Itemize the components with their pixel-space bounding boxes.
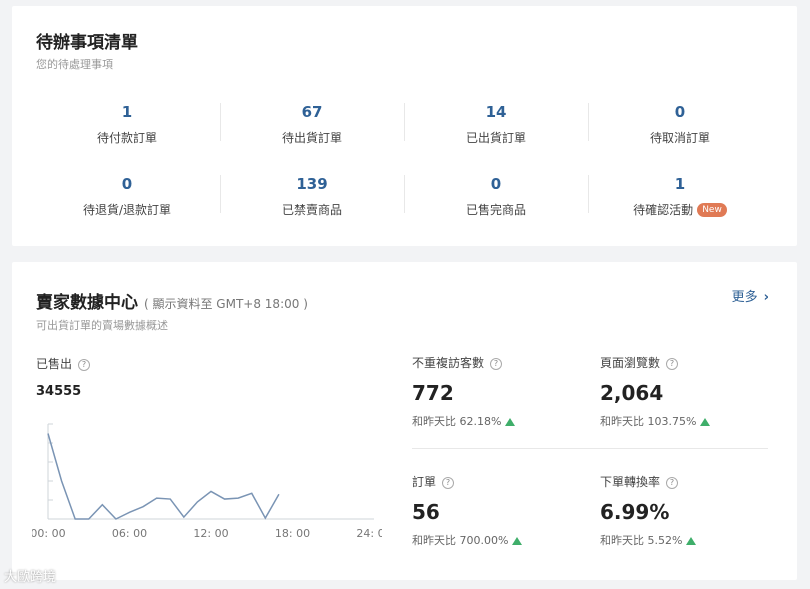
chevron-right-icon: › [763,290,769,305]
up-arrow-icon [505,418,516,426]
todo-card: 待辦事項清單 您的待處理事項 1 待付款訂單 67 待出貨訂單 14 已出貨訂單… [12,6,797,246]
watermark-logo: 大歐跨境 [4,566,56,585]
todo-count: 0 [490,175,502,193]
todo-label: 待出貨訂單 [281,131,342,145]
todo-label: 已售完商品 [465,203,526,217]
watermark-text: 大歐跨境 [4,570,57,585]
up-arrow-icon [512,537,523,545]
new-badge: New [697,202,727,217]
metric-value: 56 [412,500,440,524]
todo-title: 待辦事項清單 [36,33,138,53]
x-tick-label: 12: 00 [193,527,228,540]
x-tick-label: 18: 00 [275,527,310,540]
todo-count: 67 [301,103,323,121]
metric-label: 訂單? [412,473,522,490]
todo-item-banned-products[interactable]: 139 已禁賣商品 [220,175,404,227]
more-link[interactable]: 更多 › [732,286,769,305]
todo-label: 已出貨訂單 [465,131,526,145]
todo-count: 0 [674,103,686,121]
metric-conversion-rate: 下單轉換率? 6.99% 和昨天比 5.52% [600,473,697,548]
metric-label-text: 下單轉換率 [600,475,661,489]
metric-page-views: 頁面瀏覽數? 2,064 和昨天比 103.75% [600,354,711,429]
chart-ticks: 00: 00 06: 00 12: 00 18: 00 24: 00 [32,527,382,540]
todo-item-to-ship[interactable]: 67 待出貨訂單 [220,103,404,155]
metric-label-text: 頁面瀏覽數 [600,356,661,370]
x-tick-label: 06: 00 [112,527,147,540]
metric-compare-text: 和昨天比 5.52% [600,534,683,547]
metric-value: 6.99% [600,500,670,524]
metric-value: 772 [412,381,454,405]
todo-subtitle: 您的待處理事項 [36,58,113,71]
metric-compare: 和昨天比 62.18% [412,413,516,429]
time-hint: ( 顯示資料至 GMT+8 18:00 ) [144,297,308,311]
todo-label: 待取消訂單 [649,131,710,145]
todo-label: 待退貨/退款訂單 [82,203,172,217]
metric-compare-text: 和昨天比 700.00% [412,534,509,547]
sales-value: 34555 [36,384,82,399]
more-label: 更多 [731,290,758,305]
todo-count: 0 [121,175,133,193]
metric-label: 不重複訪客數? [412,354,515,371]
todo-label: 已禁賣商品 [281,203,342,217]
todo-item-return-refund[interactable]: 0 待退貨/退款訂單 [35,175,219,227]
sales-chart: 00: 00 06: 00 12: 00 18: 00 24: 00 [32,423,382,540]
metric-label-text: 訂單 [412,475,437,489]
todo-count: 139 [296,175,328,193]
help-icon[interactable]: ? [78,358,91,371]
metric-compare: 和昨天比 103.75% [600,413,711,429]
todo-item-shipped[interactable]: 14 已出貨訂單 [404,103,588,155]
metric-compare-text: 和昨天比 103.75% [600,415,697,428]
metric-label: 頁面瀏覽數? [600,354,710,371]
help-icon[interactable]: ? [666,357,679,370]
seller-title: 賣家數據中心 ( 顯示資料至 GMT+8 18:00 ) [36,288,308,313]
seller-title-text: 賣家數據中心 [36,293,138,313]
metric-compare: 和昨天比 5.52% [600,532,697,548]
todo-label: 待確認活動 [633,203,694,217]
divider [412,448,768,449]
sales-line [47,433,280,520]
todo-item-pending-payment[interactable]: 1 待付款訂單 [35,103,219,155]
chart-axes [47,423,374,520]
todo-label: 待付款訂單 [96,131,157,145]
todo-item-sold-out[interactable]: 0 已售完商品 [404,175,588,227]
up-arrow-icon [700,418,711,426]
seller-subtitle: 可出貨訂單的賣場數據概述 [36,319,168,332]
metric-value: 2,064 [600,381,664,405]
todo-count: 14 [485,103,507,121]
metric-compare-text: 和昨天比 62.18% [412,415,502,428]
x-tick-label: 00: 00 [32,527,66,540]
x-tick-label: 24: 00 [356,527,382,540]
metric-label: 下單轉換率? [600,473,696,490]
help-icon[interactable]: ? [490,357,503,370]
todo-item-pending-campaign[interactable]: 1 待確認活動 New [588,175,772,227]
metric-compare: 和昨天比 700.00% [412,532,523,548]
seller-data-card: 賣家數據中心 ( 顯示資料至 GMT+8 18:00 ) 可出貨訂單的賣場數據概述… [12,262,797,580]
metric-unique-visitors: 不重複訪客數? 772 和昨天比 62.18% [412,354,516,429]
sales-label: 已售出? [36,355,91,372]
up-arrow-icon [686,537,697,545]
metric-orders: 訂單? 56 和昨天比 700.00% [412,473,523,548]
metric-label-text: 不重複訪客數 [412,356,485,370]
todo-count: 1 [674,175,686,193]
sales-label-text: 已售出 [36,357,73,371]
help-icon[interactable]: ? [666,476,679,489]
todo-count: 1 [121,103,133,121]
help-icon[interactable]: ? [442,476,455,489]
todo-item-pending-cancel[interactable]: 0 待取消訂單 [588,103,772,155]
